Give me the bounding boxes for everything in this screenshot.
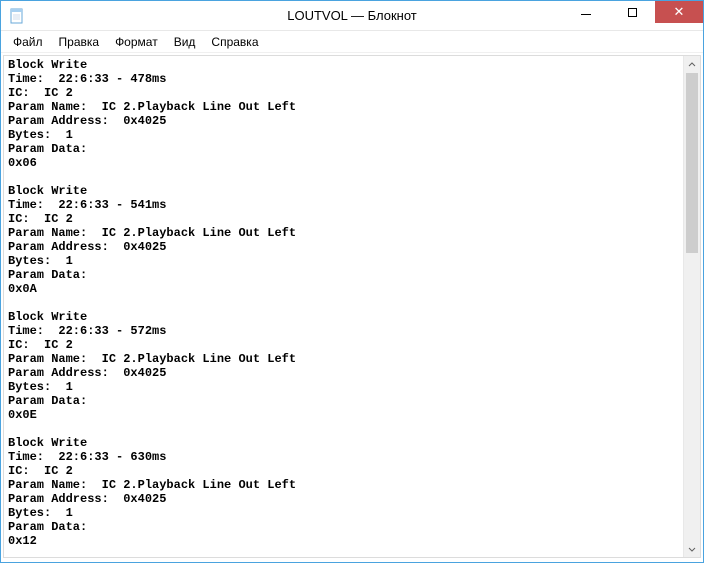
close-icon: ✕ [674, 4, 685, 20]
scroll-track[interactable] [684, 73, 700, 540]
chevron-down-icon [688, 545, 696, 553]
editor-container: Block Write Time: 22:6:33 - 478ms IC: IC… [3, 55, 701, 558]
scroll-down-button[interactable] [684, 540, 700, 557]
menu-format[interactable]: Формат [107, 33, 166, 51]
menubar: Файл Правка Формат Вид Справка [1, 31, 703, 53]
menu-edit[interactable]: Правка [51, 33, 108, 51]
close-button[interactable]: ✕ [655, 1, 703, 23]
window-controls: ✕ [563, 1, 703, 23]
maximize-icon [628, 8, 637, 17]
minimize-button[interactable] [563, 1, 609, 23]
notepad-icon [9, 8, 25, 24]
text-area[interactable]: Block Write Time: 22:6:33 - 478ms IC: IC… [4, 56, 683, 557]
maximize-button[interactable] [609, 1, 655, 23]
scroll-thumb[interactable] [686, 73, 698, 253]
menu-help[interactable]: Справка [203, 33, 266, 51]
scroll-up-button[interactable] [684, 56, 700, 73]
titlebar[interactable]: LOUTVOL — Блокнот ✕ [1, 1, 703, 31]
window-title: LOUTVOL — Блокнот [287, 8, 417, 23]
vertical-scrollbar[interactable] [683, 56, 700, 557]
menu-file[interactable]: Файл [5, 33, 51, 51]
menu-view[interactable]: Вид [166, 33, 204, 51]
chevron-up-icon [688, 61, 696, 69]
minimize-icon [581, 14, 591, 15]
